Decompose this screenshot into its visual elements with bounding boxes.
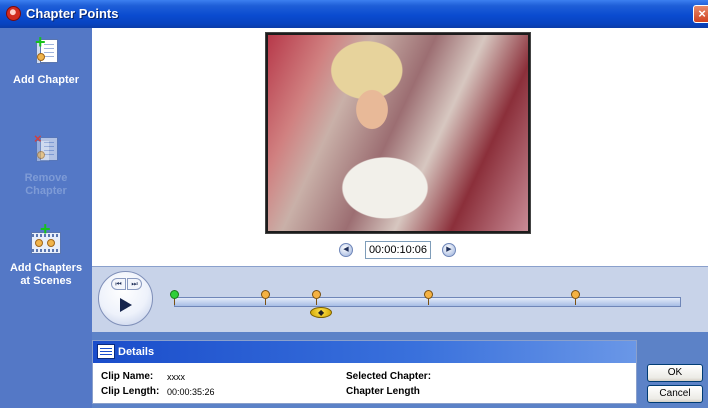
play-icon[interactable] [120, 298, 132, 312]
chapter-marker-4[interactable] [570, 290, 580, 305]
skip-back-icon[interactable]: ⏮ [111, 278, 126, 290]
window-title: Chapter Points [26, 6, 119, 21]
add-chapter-button[interactable]: + Add Chapter [0, 33, 92, 87]
video-preview [265, 32, 531, 234]
chapter-points-window: Chapter Points × + Add Chapter × Remove … [0, 0, 708, 408]
details-header: Details [93, 341, 636, 363]
clip-length-label: Clip Length: [101, 386, 160, 397]
step-back-icon[interactable]: ◀ [339, 243, 353, 257]
remove-chapter-icon: × [27, 132, 65, 166]
chapter-marker-2[interactable] [311, 290, 321, 305]
app-icon [6, 6, 21, 21]
add-chapters-at-scenes-label-line1: Add Chapters [9, 262, 83, 274]
remove-chapter-label-line1: Remove [24, 172, 68, 184]
details-panel: Details Clip Name: xxxx Clip Length: 00:… [92, 340, 637, 404]
playback-control: ⏮ ⏭ [98, 271, 153, 326]
scrubber-handle[interactable]: ◆ [310, 307, 333, 318]
add-chapters-at-scenes-button[interactable]: + Add Chapters at Scenes [0, 220, 92, 288]
clip-name-label: Clip Name: [101, 371, 154, 382]
video-frame-image [268, 35, 528, 231]
sidebar: + Add Chapter × Remove Chapter + Add Cha… [0, 28, 92, 408]
clip-length-value: 00:00:35:26 [167, 387, 215, 397]
skip-forward-icon[interactable]: ⏭ [127, 278, 142, 290]
start-marker[interactable] [170, 290, 179, 305]
timeline-strip: ⏮ ⏭ ◆ [92, 266, 708, 332]
details-icon [97, 344, 115, 359]
clip-name-value: xxxx [167, 372, 185, 382]
remove-chapter-button[interactable]: × Remove Chapter [0, 132, 92, 198]
selected-chapter-label: Selected Chapter: [346, 371, 432, 382]
details-title: Details [118, 346, 155, 358]
add-chapter-label: Add Chapter [13, 74, 79, 86]
title-bar[interactable]: Chapter Points × [0, 0, 708, 28]
chapter-marker-3[interactable] [423, 290, 433, 305]
timecode-field[interactable] [365, 241, 431, 259]
add-chapter-icon: + [27, 33, 65, 68]
add-chapters-at-scenes-label-line2: at Scenes [20, 275, 72, 287]
chapter-length-label: Chapter Length [346, 386, 420, 397]
close-button[interactable]: × [693, 5, 708, 23]
add-chapters-at-scenes-icon: + [27, 220, 65, 256]
cancel-button[interactable]: Cancel [647, 385, 703, 403]
remove-chapter-label-line2: Chapter [25, 185, 67, 197]
ok-button[interactable]: OK [647, 364, 703, 382]
preview-panel: ◀ ▶ [92, 28, 708, 266]
step-forward-icon[interactable]: ▶ [442, 243, 456, 257]
